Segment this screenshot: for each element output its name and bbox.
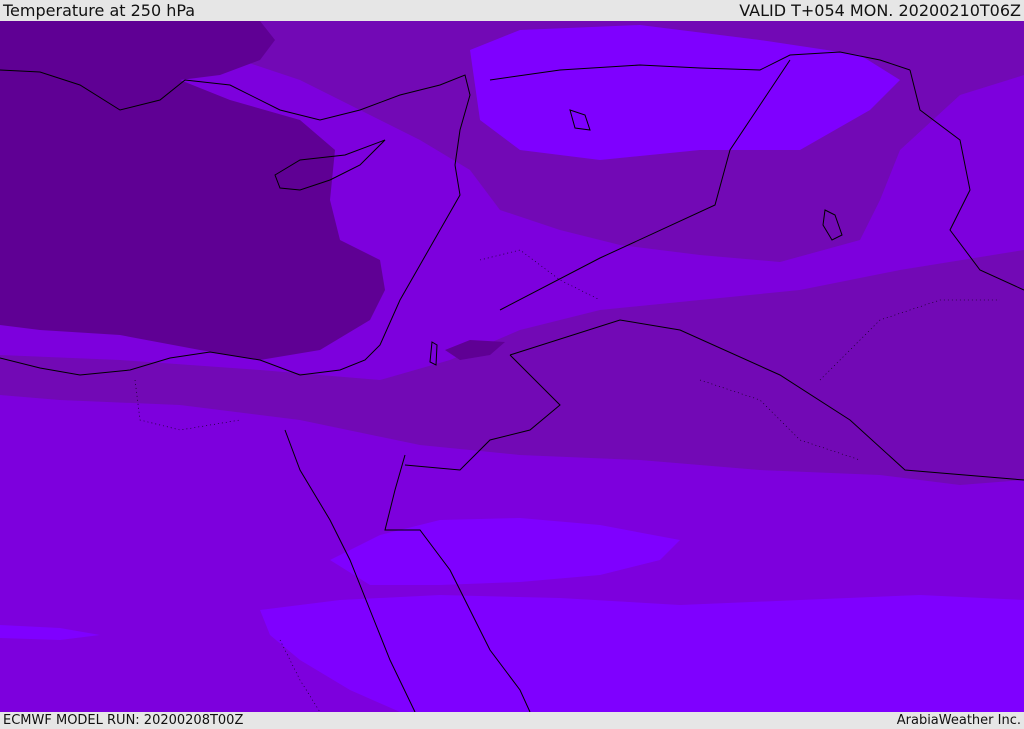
temperature-map[interactable] [0,21,1024,712]
band-warm-south [260,595,1024,712]
valid-time-label: VALID T+054 MON. 20200210T06Z [739,1,1021,20]
map-canvas [0,21,1024,712]
map-title: Temperature at 250 hPa [3,1,196,20]
footer-bar: ECMWF MODEL RUN: 20200208T00Z ArabiaWeat… [0,712,1024,729]
header-bar: Temperature at 250 hPa VALID T+054 MON. … [0,0,1024,21]
credit-label: ArabiaWeather Inc. [896,713,1021,728]
model-run-label: ECMWF MODEL RUN: 20200208T00Z [3,713,244,728]
